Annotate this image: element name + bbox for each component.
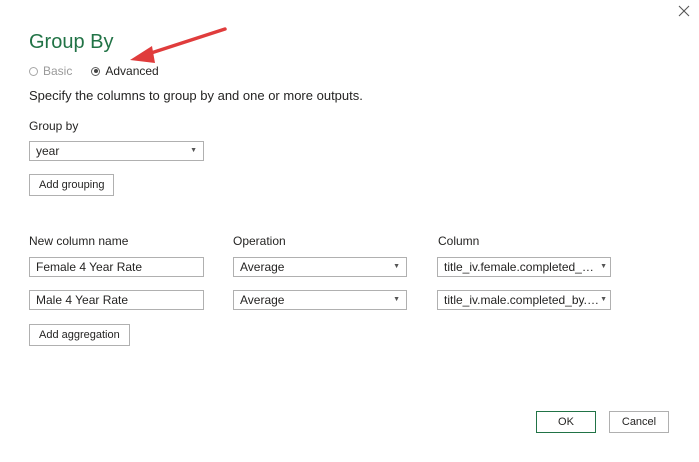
new-column-name-input-2[interactable] [29, 290, 204, 310]
operation-select-2[interactable]: Average ▼ [233, 290, 407, 310]
add-grouping-button[interactable]: Add grouping [29, 174, 115, 196]
add-aggregation-button[interactable]: Add aggregation [29, 324, 130, 346]
group-by-label: Group by [29, 119, 79, 133]
column-select-2[interactable]: title_iv.male.completed_by.4... ▼ [437, 290, 611, 310]
radio-circle-icon [29, 66, 38, 76]
radio-selected-icon [91, 66, 101, 76]
basic-radio[interactable]: Basic [29, 64, 72, 78]
advanced-radio-label: Advanced [105, 64, 159, 78]
column-header: Column [438, 234, 480, 248]
column-select-1[interactable]: title_iv.female.completed_by... ▼ [437, 257, 611, 277]
cancel-button[interactable]: Cancel [609, 411, 669, 433]
chevron-down-icon: ▼ [190, 147, 197, 154]
chevron-down-icon: ▼ [600, 296, 607, 303]
chevron-down-icon: ▼ [393, 296, 400, 303]
column-value-2: title_iv.male.completed_by.4... [444, 293, 604, 307]
new-column-name-input-1[interactable] [29, 257, 204, 277]
basic-radio-label: Basic [43, 64, 73, 78]
operation-select-1[interactable]: Average ▼ [233, 257, 407, 277]
group-by-value: year [36, 144, 60, 158]
group-by-select[interactable]: year ▼ [29, 141, 204, 161]
chevron-down-icon: ▼ [600, 263, 607, 270]
ok-button[interactable]: OK [536, 411, 596, 433]
close-icon[interactable] [676, 3, 692, 19]
chevron-down-icon: ▼ [393, 263, 400, 270]
new-column-name-header: New column name [29, 234, 129, 248]
group-by-dialog: Group By Basic Advanced Specify the colu… [0, 0, 699, 462]
operation-header: Operation [233, 234, 286, 248]
dialog-title: Group By [29, 31, 114, 53]
operation-value-1: Average [240, 260, 285, 274]
column-value-1: title_iv.female.completed_by... [444, 260, 604, 274]
advanced-radio[interactable]: Advanced [91, 64, 159, 78]
mode-radio-group: Basic Advanced [29, 63, 159, 79]
dialog-description: Specify the columns to group by and one … [29, 88, 363, 103]
operation-value-2: Average [240, 293, 285, 307]
